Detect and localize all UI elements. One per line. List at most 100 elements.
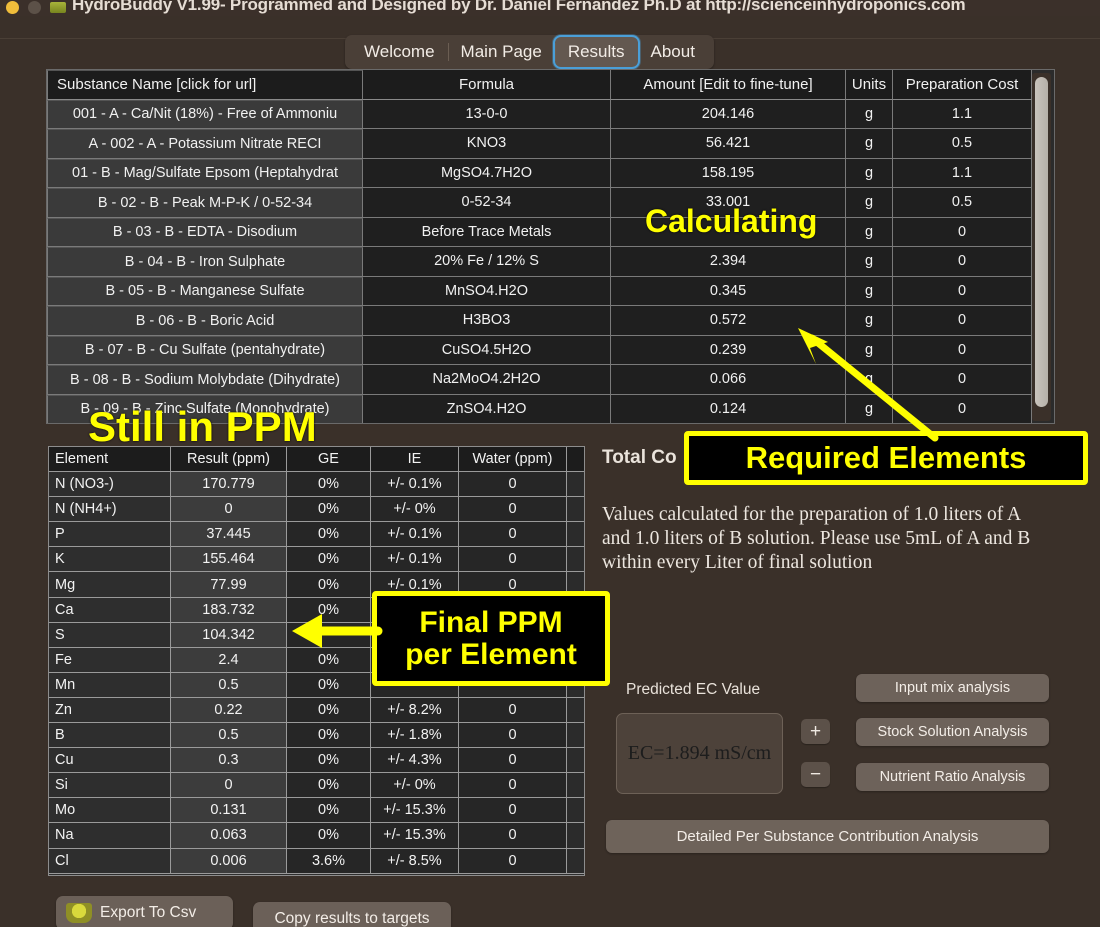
elements-cell-water: 0 <box>459 697 567 724</box>
elements-cell-ge: 3.6% <box>287 848 371 874</box>
substance-table-scrollbar-thumb[interactable] <box>1035 77 1048 407</box>
elements-cell-el: Fe <box>49 647 171 673</box>
elements-cell-ie: +/- 8.5% <box>371 848 459 874</box>
substance-cell-cost: 0 <box>893 335 1032 365</box>
substance-col-header-cost: Preparation Cost <box>893 70 1032 100</box>
elements-cell-el: Mo <box>49 798 171 824</box>
elements-cell-water: 0 <box>459 472 567 498</box>
substance-cell-name[interactable]: B - 08 - B - Sodium Molybdate (Dihydrate… <box>47 365 363 395</box>
table-row[interactable]: B 0.5 0% +/- 1.8% 0 <box>49 723 584 749</box>
substance-cell-units: g <box>846 335 893 365</box>
substance-cell-amount[interactable]: 204.146 <box>611 99 846 129</box>
substance-cell-amount[interactable]: 56.421 <box>611 129 846 159</box>
table-row[interactable]: B - 03 - B - EDTA - Disodium Before Trace… <box>47 217 1032 247</box>
substance-cell-name[interactable]: B - 02 - B - Peak M-P-K / 0-52-34 <box>47 188 363 218</box>
elements-cell-res: 0 <box>171 497 287 523</box>
tab-welcome[interactable]: Welcome <box>351 37 448 67</box>
tab-results[interactable]: Results <box>554 37 638 67</box>
app-window: HydroBuddy V1.99- Programmed and Designe… <box>0 0 1100 927</box>
elements-cell-ge: 0% <box>287 798 371 824</box>
substance-cell-name[interactable]: B - 07 - B - Cu Sulfate (pentahydrate) <box>47 335 363 365</box>
elements-cell-el: P <box>49 522 171 548</box>
substance-cell-name[interactable]: A - 002 - A - Potassium Nitrate RECI <box>47 129 363 159</box>
elements-table-gutter <box>567 798 584 824</box>
nutrient-ratio-analysis-button[interactable]: Nutrient Ratio Analysis <box>856 763 1049 791</box>
substance-cell-name[interactable]: B - 03 - B - EDTA - Disodium <box>47 217 363 247</box>
elements-cell-res: 77.99 <box>171 572 287 598</box>
substance-cell-units: g <box>846 129 893 159</box>
elements-cell-res: 170.779 <box>171 472 287 498</box>
table-row[interactable]: N (NO3-) 170.779 0% +/- 0.1% 0 <box>49 472 584 498</box>
table-row[interactable]: B - 05 - B - Manganese Sulfate MnSO4.H2O 0… <box>47 276 1032 306</box>
substance-col-header-units: Units <box>846 70 893 100</box>
substance-cell-amount[interactable]: 0.345 <box>611 276 846 306</box>
table-row[interactable]: B - 07 - B - Cu Sulfate (pentahydrate) Cu… <box>47 335 1032 365</box>
table-row[interactable]: A - 002 - A - Potassium Nitrate RECI KNO3… <box>47 129 1032 159</box>
copy-results-to-targets-button[interactable]: Copy results to targets <box>253 902 451 927</box>
tab-main-page[interactable]: Main Page <box>447 37 555 67</box>
table-row[interactable]: Zn 0.22 0% +/- 8.2% 0 <box>49 697 584 724</box>
elements-table-gutter <box>567 472 584 498</box>
detailed-per-substance-contribution-analysis-button[interactable]: Detailed Per Substance Contribution Anal… <box>606 820 1049 853</box>
table-row[interactable]: K 155.464 0% +/- 0.1% 0 <box>49 547 584 573</box>
table-row[interactable]: Cl 0.006 3.6% +/- 8.5% 0 <box>49 848 584 874</box>
elements-cell-el: Si <box>49 773 171 799</box>
table-row[interactable]: 01 - B - Mag/Sulfate Epsom (Heptahydrat M… <box>47 158 1032 188</box>
substance-table[interactable]: Substance Name [click for url] Formula Amo… <box>46 69 1055 424</box>
elements-table-gutter <box>567 522 584 548</box>
export-to-csv-button[interactable]: Export To Csv <box>56 896 233 927</box>
elements-cell-ie: +/- 8.2% <box>371 697 459 724</box>
elements-cell-ge: 0% <box>287 723 371 749</box>
predicted-ec-value: EC=1.894 mS/cm <box>616 713 783 794</box>
substance-cell-amount[interactable]: 0.124 <box>611 394 846 423</box>
table-row[interactable]: B - 06 - B - Boric Acid H3BO3 0.572 g 0 <box>47 306 1032 336</box>
substance-cell-formula: 0-52-34 <box>363 188 611 218</box>
table-row[interactable]: Cu 0.3 0% +/- 4.3% 0 <box>49 748 584 774</box>
table-row[interactable]: Si 0 0% +/- 0% 0 <box>49 773 584 799</box>
substance-cell-amount[interactable]: 0.572 <box>611 306 846 336</box>
total-cost-label: Total Co <box>602 447 677 468</box>
elements-table-gutter <box>567 447 584 473</box>
ec-increase-button[interactable]: + <box>801 719 830 744</box>
tab-about[interactable]: About <box>638 37 708 67</box>
elements-cell-el: S <box>49 622 171 648</box>
window-minimize-button[interactable] <box>6 1 19 14</box>
window-maximize-button[interactable] <box>28 1 41 14</box>
substance-cell-name[interactable]: B - 06 - B - Boric Acid <box>47 306 363 336</box>
table-row[interactable]: Mo 0.131 0% +/- 15.3% 0 <box>49 798 584 824</box>
elements-cell-ge: 0% <box>287 697 371 724</box>
substance-cell-cost: 0 <box>893 217 1032 247</box>
elements-cell-res: 0.3 <box>171 748 287 774</box>
substance-cell-cost: 0 <box>893 394 1032 423</box>
substance-cell-amount[interactable]: 0.066 <box>611 365 846 395</box>
table-row[interactable]: N (NH4+) 0 0% +/- 0% 0 <box>49 497 584 523</box>
substance-cell-cost: 1.1 <box>893 99 1032 129</box>
substance-cell-amount[interactable]: 2.394 <box>611 247 846 277</box>
substance-cell-amount[interactable]: 158.195 <box>611 158 846 188</box>
substance-cell-formula: 13-0-0 <box>363 99 611 129</box>
substance-cell-units: g <box>846 158 893 188</box>
elements-cell-ge: 0% <box>287 597 371 623</box>
stock-solution-analysis-button[interactable]: Stock Solution Analysis <box>856 718 1049 746</box>
substance-cell-cost: 0 <box>893 306 1032 336</box>
elements-cell-el: N (NH4+) <box>49 497 171 523</box>
substance-cell-formula: 20% Fe / 12% S <box>363 247 611 277</box>
substance-cell-name[interactable]: 01 - B - Mag/Sulfate Epsom (Heptahydrat <box>47 158 363 188</box>
table-row[interactable]: B - 04 - B - Iron Sulphate 20% Fe / 12% S… <box>47 247 1032 277</box>
table-row[interactable]: 001 - A - Ca/Nit (18%) - Free of Ammoniu… <box>47 99 1032 129</box>
table-row[interactable]: Na 0.063 0% +/- 15.3% 0 <box>49 823 584 849</box>
substance-cell-cost: 1.1 <box>893 158 1032 188</box>
elements-cell-el: K <box>49 547 171 573</box>
elements-cell-res: 37.445 <box>171 522 287 548</box>
ec-decrease-button[interactable]: − <box>801 762 830 787</box>
substance-cell-name[interactable]: B - 05 - B - Manganese Sulfate <box>47 276 363 306</box>
substance-table-scrollbar[interactable] <box>1032 73 1051 421</box>
substance-cell-name[interactable]: B - 04 - B - Iron Sulphate <box>47 247 363 277</box>
substance-cell-name[interactable]: 001 - A - Ca/Nit (18%) - Free of Ammoniu <box>47 99 363 129</box>
substance-cell-amount[interactable]: 0.239 <box>611 335 846 365</box>
input-mix-analysis-button[interactable]: Input mix analysis <box>856 674 1049 702</box>
table-row[interactable]: B - 02 - B - Peak M-P-K / 0-52-34 0-52-34… <box>47 188 1032 218</box>
table-row[interactable]: B - 08 - B - Sodium Molybdate (Dihydrate… <box>47 365 1032 395</box>
substance-cell-cost: 0 <box>893 247 1032 277</box>
table-row[interactable]: P 37.445 0% +/- 0.1% 0 <box>49 522 584 548</box>
